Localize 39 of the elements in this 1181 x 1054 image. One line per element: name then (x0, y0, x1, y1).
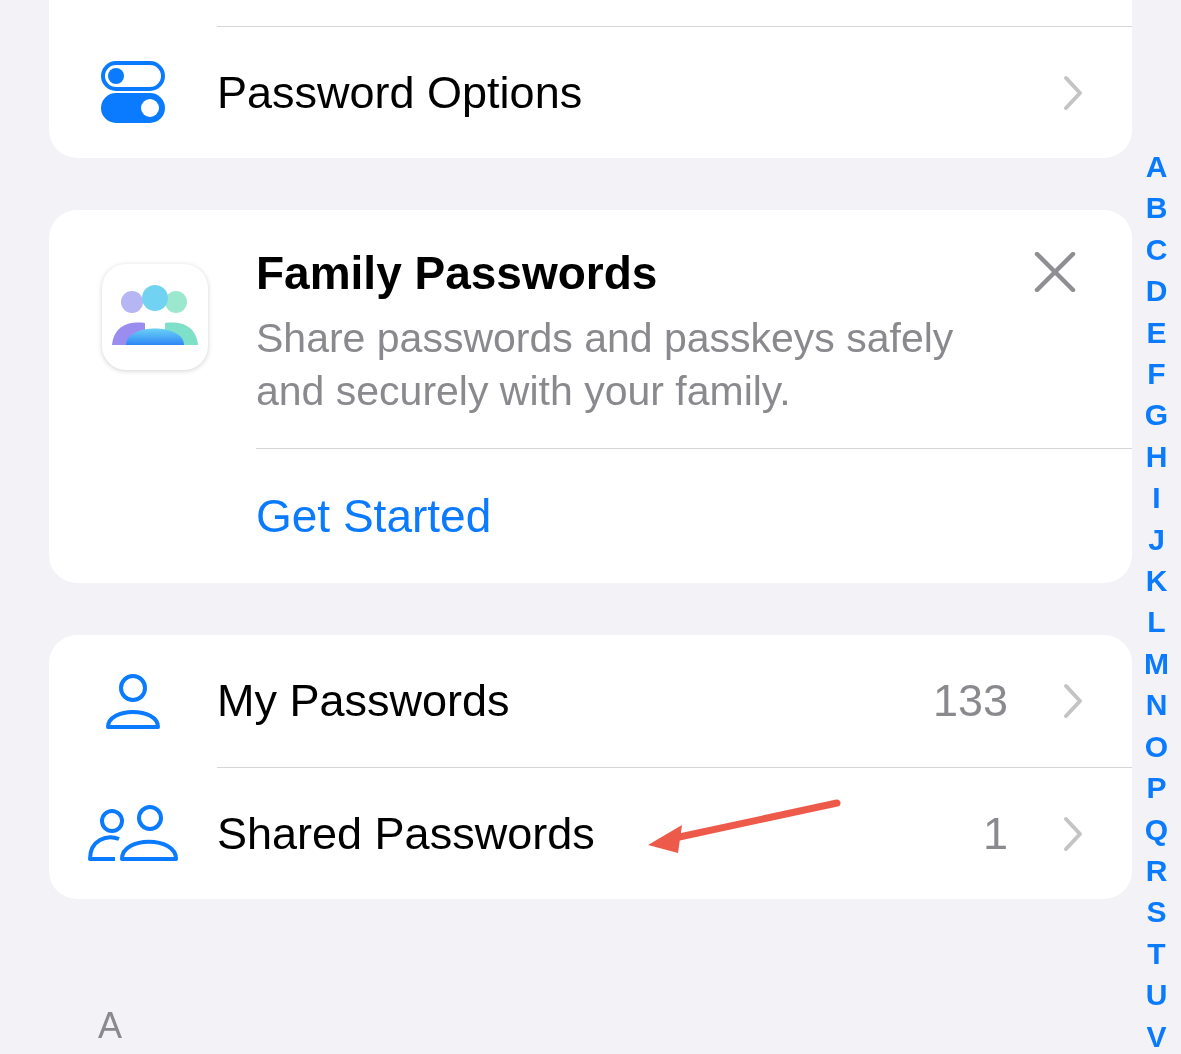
two-people-icon (87, 804, 179, 862)
row-label[interactable]: Password Options (217, 66, 1062, 119)
index-letter[interactable]: L (1147, 601, 1166, 643)
index-letter[interactable]: P (1146, 767, 1167, 809)
index-letter[interactable]: Q (1144, 808, 1169, 850)
index-letter[interactable]: M (1144, 642, 1169, 685)
chevron-icon (1062, 815, 1084, 852)
index-letter[interactable]: C (1145, 228, 1168, 271)
row-count: 1 (982, 807, 1008, 860)
index-letter[interactable]: O (1144, 725, 1169, 768)
chevron-icon (1062, 74, 1084, 111)
index-letter[interactable]: R (1145, 849, 1168, 892)
index-letter[interactable]: K (1145, 560, 1168, 602)
index-letter[interactable]: N (1145, 684, 1168, 726)
section-header: A (98, 1005, 123, 1047)
index-letter[interactable]: E (1146, 311, 1167, 354)
index-letter[interactable]: H (1145, 435, 1168, 478)
index-letter[interactable]: U (1145, 974, 1168, 1016)
index-letter[interactable]: B (1145, 187, 1168, 229)
family-app-icon (102, 264, 208, 370)
card-title: Family Passwords (256, 246, 658, 300)
index-letter[interactable]: F (1147, 353, 1166, 395)
toggles-icon (101, 61, 165, 123)
close-icon[interactable] (1034, 252, 1076, 292)
index-letter[interactable]: V (1146, 1015, 1167, 1054)
index-letter[interactable]: D (1145, 270, 1168, 312)
index-letter[interactable]: S (1146, 891, 1167, 933)
index-letter[interactable]: T (1147, 932, 1166, 975)
index-letter[interactable]: I (1152, 477, 1161, 519)
row-count: 133 (932, 675, 1008, 727)
row-label[interactable]: Shared Passwords (217, 807, 983, 860)
person-icon (103, 671, 163, 731)
card-description: Share passwords and passkeys safely and securely with your family. (256, 314, 955, 416)
index-letter[interactable]: G (1144, 394, 1169, 436)
index-letter[interactable]: J (1148, 518, 1165, 561)
get-started-link[interactable]: Get Started (256, 489, 492, 543)
index-letter[interactable]: A (1145, 146, 1168, 188)
row-label[interactable]: My Passwords (217, 675, 933, 727)
chevron-icon (1062, 683, 1084, 719)
